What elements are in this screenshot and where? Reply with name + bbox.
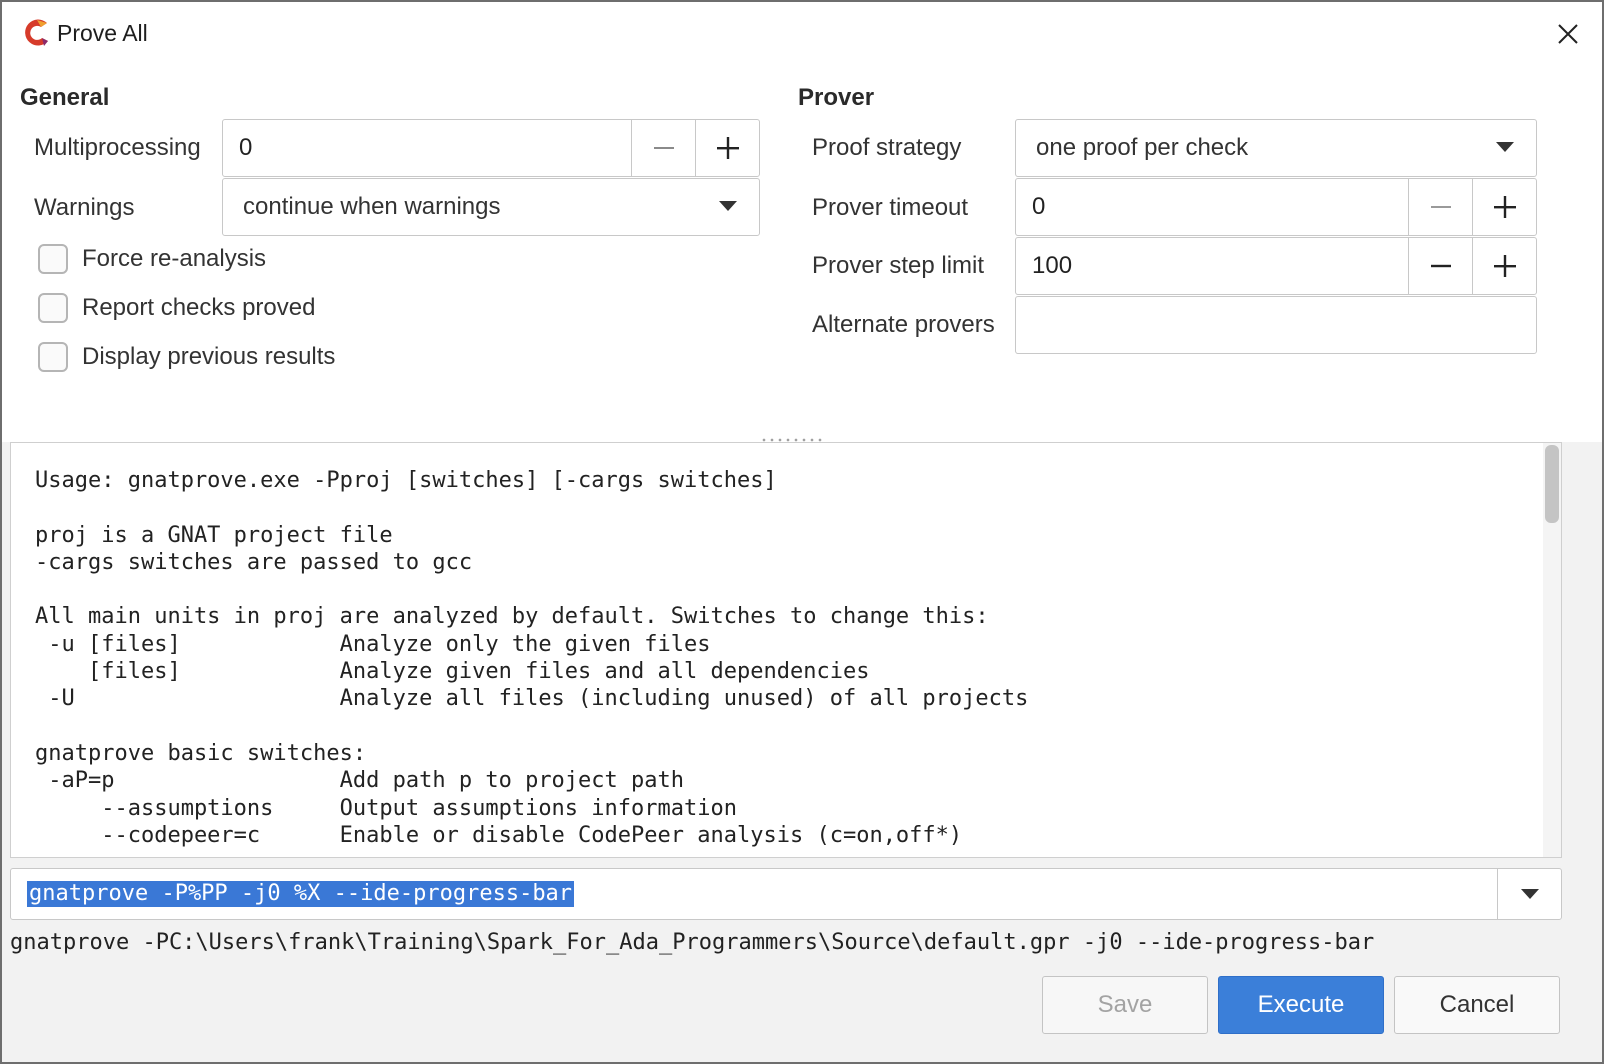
prover-timeout-label: Prover timeout <box>812 194 969 221</box>
close-icon <box>1558 24 1578 44</box>
checkbox-box[interactable] <box>38 342 68 372</box>
prover-step-limit-increment-button[interactable] <box>1472 238 1536 294</box>
alternate-provers-input[interactable] <box>1015 296 1537 354</box>
proof-strategy-value: one proof per check <box>1036 134 1249 161</box>
checkbox-label: Report checks proved <box>82 294 316 321</box>
prover-step-limit-decrement-button[interactable] <box>1408 238 1472 294</box>
prover-step-limit-stepper: 100 <box>1015 237 1537 295</box>
checkbox-label: Display previous results <box>82 343 336 370</box>
usage-text: Usage: gnatprove.exe -Pproj [switches] [… <box>35 468 1029 848</box>
checkbox-box[interactable] <box>38 244 68 274</box>
display-previous-results-checkbox[interactable]: Display previous results <box>38 342 335 372</box>
chevron-down-icon <box>719 201 737 211</box>
warnings-select[interactable]: continue when warnings <box>222 178 760 236</box>
cancel-button[interactable]: Cancel <box>1394 976 1560 1034</box>
close-button[interactable] <box>1550 16 1586 52</box>
force-reanalysis-checkbox[interactable]: Force re-analysis <box>38 244 266 274</box>
usage-text-area[interactable]: Usage: gnatprove.exe -Pproj [switches] [… <box>10 442 1562 858</box>
scrollbar-thumb[interactable] <box>1545 445 1559 523</box>
multiprocessing-input[interactable]: 0 <box>223 120 631 176</box>
chevron-down-icon <box>1520 889 1539 899</box>
command-history-dropdown-button[interactable] <box>1497 869 1561 919</box>
command-line-combo[interactable]: gnatprove -P%PP -j0 %X --ide-progress-ba… <box>10 868 1562 920</box>
plus-icon <box>1493 196 1516 218</box>
minus-icon <box>653 147 674 149</box>
warnings-value: continue when warnings <box>243 193 501 220</box>
window-title: Prove All <box>57 20 148 46</box>
chevron-down-icon <box>1496 142 1514 152</box>
usage-scrollbar[interactable] <box>1543 443 1561 857</box>
checkbox-label: Force re-analysis <box>82 245 267 272</box>
prover-timeout-decrement-button[interactable] <box>1408 179 1472 235</box>
proof-strategy-label: Proof strategy <box>812 134 962 161</box>
expanded-command-preview: gnatprove -PC:\Users\frank\Training\Spar… <box>10 930 1375 955</box>
multiprocessing-decrement-button[interactable] <box>631 120 695 176</box>
minus-icon <box>1430 264 1451 268</box>
report-checks-proved-checkbox[interactable]: Report checks proved <box>38 293 315 323</box>
title-bar: Prove All <box>2 2 1602 64</box>
prover-step-limit-input[interactable]: 100 <box>1016 238 1408 294</box>
prove-all-dialog: Prove All General Multiprocessing 0 Warn… <box>0 0 1604 1064</box>
command-line-input[interactable]: gnatprove -P%PP -j0 %X --ide-progress-ba… <box>27 881 575 907</box>
options-panel: General Multiprocessing 0 Warnings conti… <box>2 64 1602 442</box>
multiprocessing-stepper: 0 <box>222 119 760 177</box>
save-button[interactable]: Save <box>1042 976 1208 1034</box>
prover-timeout-stepper: 0 <box>1015 178 1537 236</box>
prover-step-limit-label: Prover step limit <box>812 252 985 279</box>
plus-icon <box>716 137 739 159</box>
general-section-title: General <box>20 84 110 111</box>
alternate-provers-label: Alternate provers <box>812 311 995 338</box>
execute-button[interactable]: Execute <box>1218 976 1384 1034</box>
proof-strategy-select[interactable]: one proof per check <box>1015 119 1537 177</box>
prover-section-title: Prover <box>798 84 875 111</box>
prover-timeout-input[interactable]: 0 <box>1016 179 1408 235</box>
prover-timeout-increment-button[interactable] <box>1472 179 1536 235</box>
multiprocessing-label: Multiprocessing <box>34 134 201 161</box>
plus-icon <box>1493 255 1516 277</box>
minus-icon <box>1430 206 1451 208</box>
gnat-studio-logo-icon <box>20 16 52 50</box>
warnings-label: Warnings <box>34 194 135 221</box>
multiprocessing-increment-button[interactable] <box>695 120 759 176</box>
checkbox-box[interactable] <box>38 293 68 323</box>
